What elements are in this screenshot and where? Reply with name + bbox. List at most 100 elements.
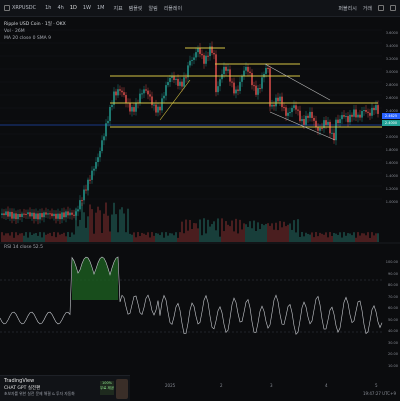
candle [1, 213, 3, 215]
candle [85, 189, 87, 191]
candle [143, 89, 145, 94]
volume-bar [131, 234, 133, 242]
candle [303, 119, 305, 125]
volume-bar [31, 234, 33, 242]
trade-button[interactable]: 거래 [363, 5, 372, 12]
volume-bar [229, 226, 231, 242]
candle [315, 120, 317, 128]
volume-bar [117, 232, 119, 242]
tf-4h[interactable]: 4h [56, 4, 64, 12]
tf-1w[interactable]: 1W [82, 4, 92, 12]
publish-button[interactable]: 퍼블리시 [338, 5, 356, 12]
price-tick: 1.0000 [385, 200, 398, 204]
camera-icon[interactable] [378, 5, 384, 11]
candle [369, 112, 371, 116]
volume-bar [319, 232, 321, 242]
volume-bar [291, 229, 293, 242]
candle [23, 213, 25, 215]
volume-bar [95, 212, 97, 242]
volume-bar [335, 233, 337, 242]
candle [281, 96, 283, 108]
volume-bar [277, 230, 279, 242]
rsi-tick: 40.00 [387, 329, 398, 333]
volume-bar [219, 236, 221, 242]
candle [221, 74, 223, 80]
candle [33, 212, 35, 219]
volume-bar [61, 233, 63, 242]
candle [77, 209, 79, 212]
candle [287, 112, 289, 116]
volume-bar [327, 237, 329, 242]
candle [9, 211, 11, 217]
candle [371, 107, 373, 116]
tradingview-logo[interactable]: TradingView [4, 378, 34, 384]
volume-bar [305, 232, 307, 242]
candle [3, 213, 5, 216]
candle [235, 89, 237, 94]
candle [71, 212, 73, 215]
candle [133, 107, 135, 112]
candle [205, 55, 207, 64]
volume-bar [5, 233, 7, 242]
volume-bar [59, 234, 61, 242]
volume-bar [11, 232, 13, 242]
rsi-tick: 90.00 [387, 271, 398, 276]
volume-bar [83, 212, 85, 242]
free-badge: 100% 무료 제공 [100, 381, 114, 395]
candle [277, 97, 279, 102]
candle [241, 76, 243, 82]
volume-bar [179, 232, 181, 242]
volume-bar [237, 233, 239, 242]
volume-bar [79, 219, 81, 242]
symbol-label: XRPUSDC [12, 5, 37, 11]
candle [285, 107, 287, 116]
candle [79, 200, 81, 210]
time-tick: 4 [325, 383, 328, 388]
price-tick: 3.2000 [385, 57, 398, 61]
volume-bar [211, 224, 213, 242]
candle [157, 106, 159, 113]
volume-bar [193, 223, 195, 242]
volume-bar [351, 235, 353, 242]
candle [215, 54, 217, 93]
volume-bar [225, 221, 227, 242]
volume-bar [121, 207, 123, 242]
volume-bar [65, 236, 67, 242]
price-axis[interactable]: 3.6000 3.4000 3.2000 3.0000 2.8000 2.6000 2.40… [382, 17, 400, 387]
volume-bar [143, 233, 145, 242]
fullscreen-icon[interactable] [390, 5, 396, 11]
volume-bar [227, 224, 229, 242]
replay-button[interactable]: 리플레이 [164, 5, 182, 12]
volume-bar [175, 232, 177, 242]
templates-button[interactable]: 템플릿 [129, 5, 143, 12]
candle [147, 90, 149, 95]
chart-canvas[interactable] [0, 17, 400, 393]
indicators-button[interactable]: 지표 [113, 5, 122, 12]
candle [101, 140, 103, 152]
symbol-search[interactable]: XRPUSDC [4, 5, 36, 11]
volume-bar [271, 223, 273, 242]
volume-bar [267, 223, 269, 242]
tf-1m[interactable]: 1M [96, 4, 106, 12]
candle [27, 212, 29, 215]
candle [189, 60, 191, 66]
rsi-tick: 100.00 [385, 260, 398, 264]
rsi-tick: 60.00 [387, 306, 398, 310]
price-tick: 2.0000 [385, 135, 398, 139]
volume-bar [145, 234, 147, 242]
time-tick: 2 [220, 383, 223, 388]
candle [105, 123, 107, 137]
candle [181, 81, 183, 87]
price-tick: 1.4000 [385, 174, 398, 178]
volume-bar [247, 226, 249, 242]
volume-bar [245, 224, 247, 242]
volume-bar [353, 232, 355, 242]
alerts-button[interactable]: 알림 [148, 5, 157, 12]
time-tick: 2025 [165, 383, 176, 388]
tf-1h[interactable]: 1h [44, 4, 52, 12]
candle [307, 115, 309, 118]
tf-1d[interactable]: 1D [69, 4, 78, 12]
candle [103, 136, 105, 141]
volume-bar [47, 233, 49, 242]
candle [21, 213, 23, 218]
